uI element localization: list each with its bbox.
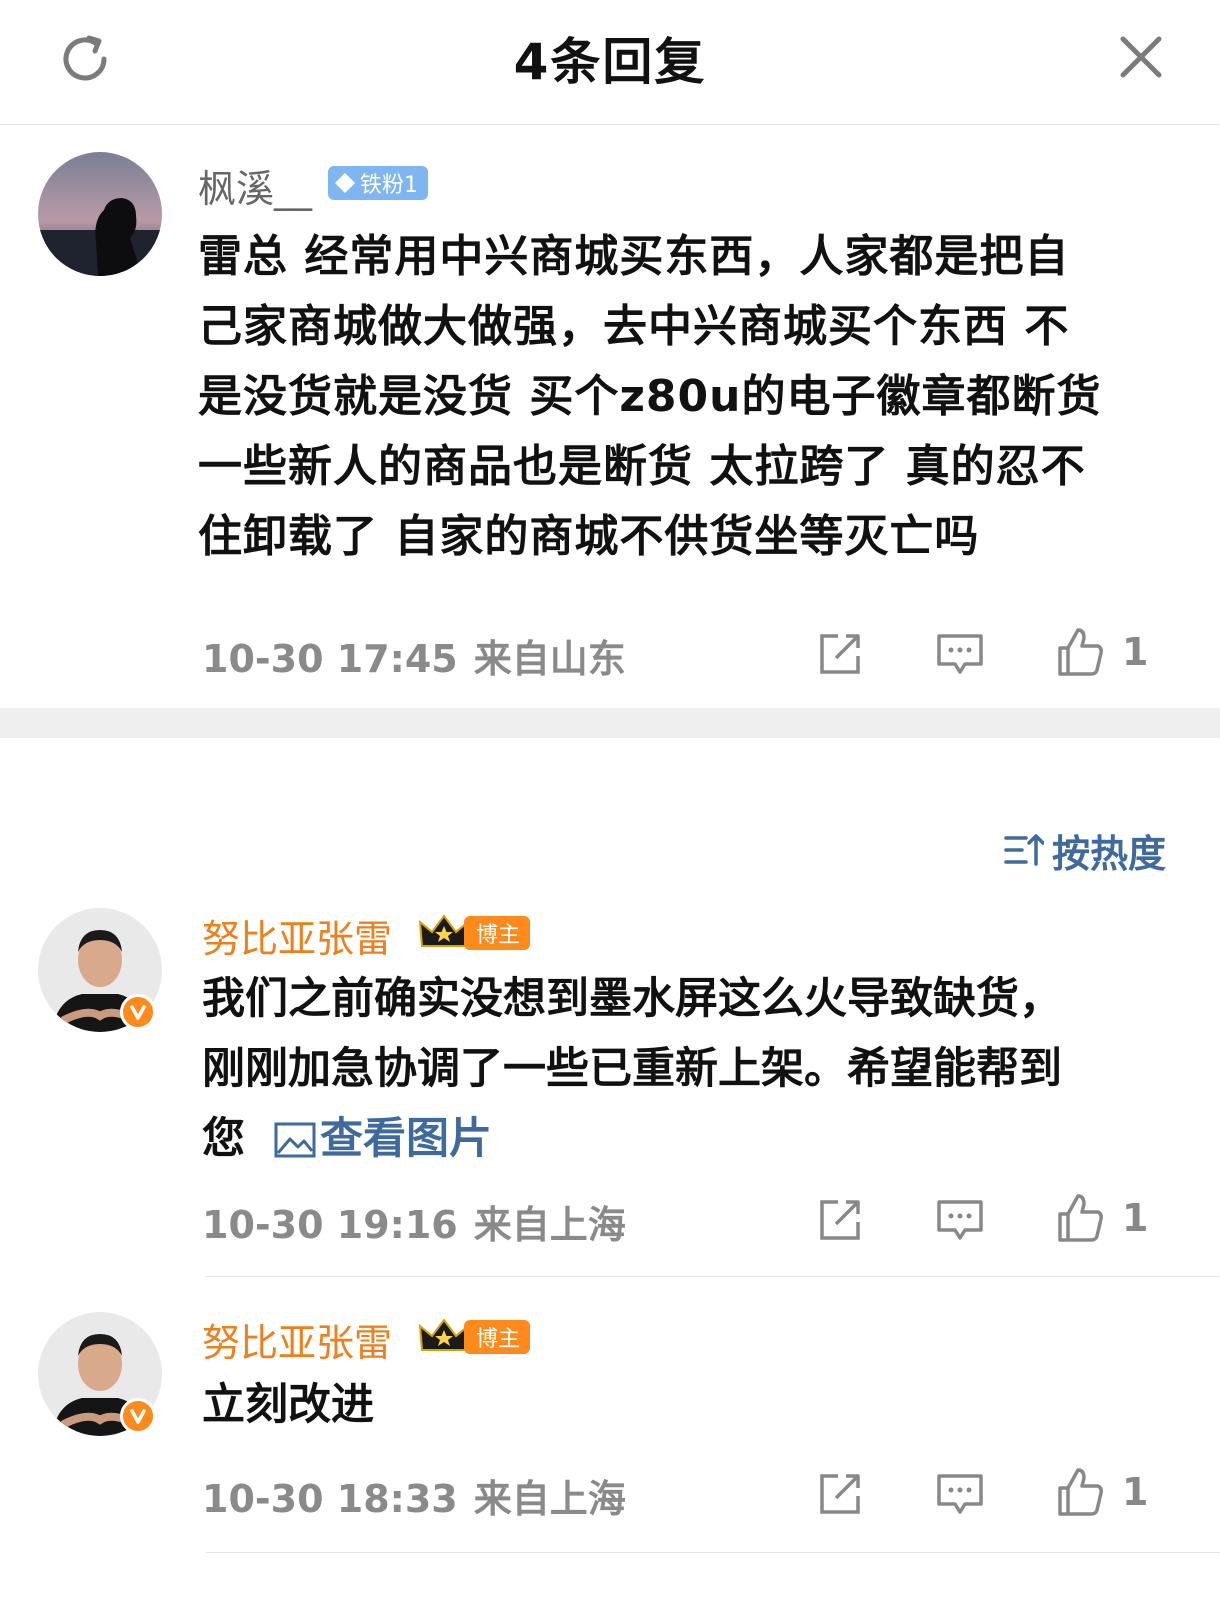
- top-bar: 4条回复: [0, 0, 1220, 125]
- close-button[interactable]: [1106, 22, 1176, 92]
- comment-icon: [937, 1200, 983, 1240]
- reply-button[interactable]: [932, 626, 988, 682]
- thumbs-up-icon: [1058, 1194, 1103, 1242]
- comment-icon: [937, 1474, 983, 1514]
- reply-text-tail: 您: [202, 1114, 245, 1164]
- like-button[interactable]: [1052, 1464, 1108, 1520]
- view-image-label: 查看图片: [319, 1114, 492, 1164]
- reply-time: 10-30 18:33: [202, 1477, 458, 1521]
- like-count: 1: [1122, 1470, 1149, 1514]
- sort-icon: [1004, 834, 1044, 866]
- comment-text-line: 己家商城做大做强，去中兴商城买个东西 不: [198, 301, 1070, 352]
- image-icon: [274, 1122, 316, 1158]
- like-count: 1: [1122, 1196, 1149, 1240]
- page-title: 4条回复: [513, 33, 707, 91]
- badge-label: 铁粉1: [360, 173, 418, 198]
- reply-username[interactable]: 努比亚张雷: [202, 908, 392, 963]
- comment-time: 10-30 17:45: [202, 637, 458, 681]
- like-button[interactable]: [1052, 624, 1108, 680]
- reply-location: 来自上海: [473, 1203, 626, 1247]
- verified-icon: [120, 1398, 156, 1434]
- repost-button[interactable]: [812, 1192, 868, 1248]
- crown-icon: [418, 912, 470, 956]
- reply-button[interactable]: [932, 1466, 988, 1522]
- share-icon: [820, 1200, 860, 1240]
- reply-text-line: 我们之前确实没想到墨水屏这么火导致缺货，: [202, 974, 1062, 1024]
- comment-username[interactable]: 枫溪__: [198, 158, 312, 213]
- comment-text-line: 是没货就是没货 买个z80u的电子徽章都断货: [198, 371, 1102, 422]
- reply-divider: [206, 1552, 1220, 1553]
- share-icon: [820, 634, 860, 674]
- like-button[interactable]: [1052, 1190, 1108, 1246]
- reply-meta: 10-30 18:33 来自上海: [202, 1468, 626, 1523]
- reply-button[interactable]: [932, 1192, 988, 1248]
- blogger-badge: 博主: [464, 1320, 531, 1354]
- reply-location: 来自上海: [473, 1477, 626, 1521]
- verified-icon: [120, 994, 156, 1030]
- comment-text-line: 雷总 经常用中兴商城买东西，人家都是把自: [198, 231, 1070, 282]
- sort-label: 按热度: [1052, 831, 1167, 876]
- reply-meta: 10-30 19:16 来自上海: [202, 1194, 626, 1249]
- avatar-image: [38, 152, 162, 276]
- avatar[interactable]: [38, 152, 162, 276]
- reply-username[interactable]: 努比亚张雷: [202, 1312, 392, 1367]
- reply-text-line: 刚刚加急协调了一些已重新上架。希望能帮到: [202, 1044, 1062, 1094]
- reply-text-line: 您 查看图片: [202, 1104, 1062, 1174]
- repost-button[interactable]: [812, 1466, 868, 1522]
- reply-divider: [206, 1276, 1220, 1277]
- repost-button[interactable]: [812, 626, 868, 682]
- reply-text: 立刻改进: [202, 1370, 374, 1440]
- close-icon: [1120, 36, 1162, 78]
- reply-text: 我们之前确实没想到墨水屏这么火导致缺货， 刚刚加急协调了一些已重新上架。希望能帮…: [202, 964, 1062, 1174]
- comment-location: 来自山东: [473, 637, 626, 681]
- thumbs-up-icon: [1058, 1468, 1103, 1516]
- sort-by-hot-button[interactable]: 按热度: [1004, 822, 1166, 878]
- diamond-icon: [335, 173, 355, 193]
- share-icon: [820, 1474, 860, 1514]
- blogger-badge: 博主: [464, 916, 531, 950]
- comment-meta: 10-30 17:45 来自山东: [202, 628, 626, 683]
- section-divider: [0, 708, 1220, 738]
- crown-icon: [418, 1316, 470, 1360]
- view-image-link[interactable]: 查看图片: [274, 1114, 492, 1164]
- reply-time: 10-30 19:16: [202, 1203, 458, 1247]
- comment-text-line: 住卸载了 自家的商城不供货坐等灭亡吗: [198, 511, 980, 562]
- like-count: 1: [1122, 630, 1149, 674]
- thumbs-up-icon: [1058, 628, 1103, 676]
- comment-text: 雷总 经常用中兴商城买东西，人家都是把自 己家商城做大做强，去中兴商城买个东西 …: [198, 222, 1101, 572]
- reply-text-line: 立刻改进: [202, 1380, 374, 1430]
- comment-icon: [937, 634, 983, 674]
- fan-level-badge: 铁粉1: [328, 166, 428, 200]
- comment-text-line: 一些新人的商品也是断货 太拉跨了 真的忍不: [198, 441, 1086, 492]
